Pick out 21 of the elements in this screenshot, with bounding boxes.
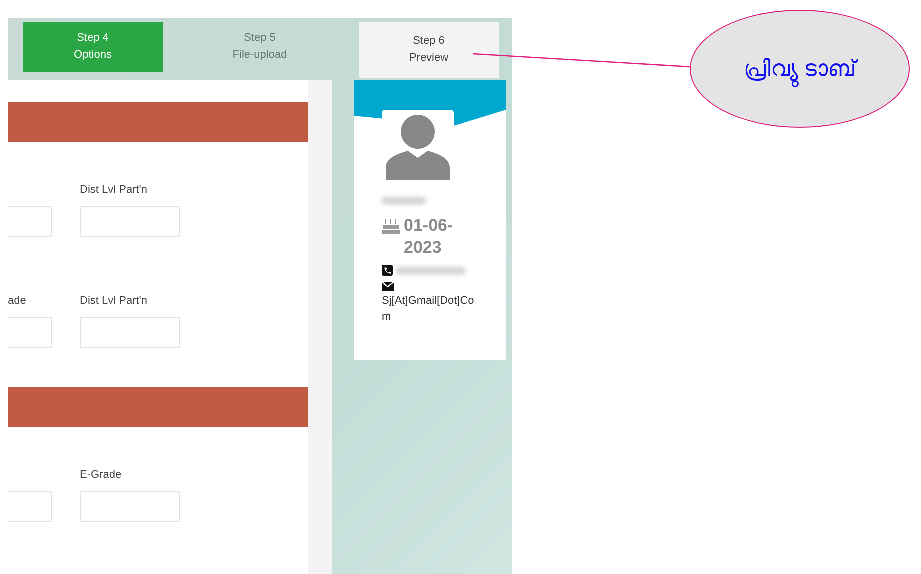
field-label: ade: [8, 295, 28, 309]
callout-text: പ്രിവ്യു ടാബ്: [738, 43, 862, 95]
envelope-icon: [382, 282, 394, 291]
input-field[interactable]: [80, 206, 180, 237]
input-field[interactable]: [8, 491, 52, 522]
field-label: Dist Lvl Part'n: [80, 184, 149, 198]
input-field[interactable]: [80, 491, 180, 522]
step-tab[interactable]: Step 4 Options: [23, 22, 163, 72]
blurred-phone: [396, 266, 466, 274]
input-field[interactable]: [80, 317, 180, 348]
cake-icon: [382, 218, 400, 234]
phone-icon: [382, 265, 393, 276]
field-label: Dist Lvl Part'n: [80, 295, 149, 309]
step-tab[interactable]: Step 6 Preview: [359, 22, 499, 78]
birthday-date: 01-06-2023: [404, 215, 454, 259]
input-field[interactable]: [8, 317, 52, 348]
field-label: E-Grade: [80, 469, 123, 483]
email-text: Sj[At]Gmail[Dot]Com: [382, 294, 476, 325]
blurred-name: [382, 197, 426, 205]
input-field[interactable]: [8, 206, 52, 237]
step-tab[interactable]: Step 5 File-upload: [190, 22, 330, 72]
